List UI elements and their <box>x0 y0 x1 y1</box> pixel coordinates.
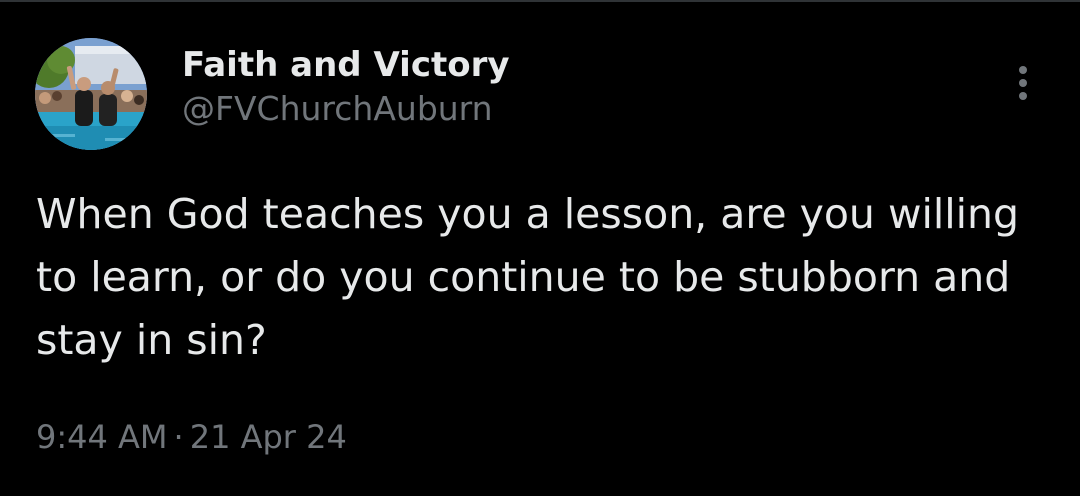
more-vertical-icon <box>1019 66 1027 100</box>
tweet-date[interactable]: 21 Apr 24 <box>190 418 347 456</box>
author-avatar[interactable] <box>35 38 147 150</box>
top-divider <box>0 0 1080 2</box>
author-handle[interactable]: @FVChurchAuburn <box>182 88 510 130</box>
author-block: Faith and Victory @FVChurchAuburn <box>182 44 510 130</box>
author-display-name[interactable]: Faith and Victory <box>182 44 510 86</box>
tweet-time[interactable]: 9:44 AM <box>36 418 168 456</box>
meta-separator: · <box>173 418 184 456</box>
more-options-button[interactable] <box>1002 62 1044 104</box>
baptism-photo-avatar <box>35 38 147 150</box>
tweet-text: When God teaches you a lesson, are you w… <box>36 190 1020 364</box>
tweet-timestamp: 9:44 AM · 21 Apr 24 <box>36 416 347 458</box>
